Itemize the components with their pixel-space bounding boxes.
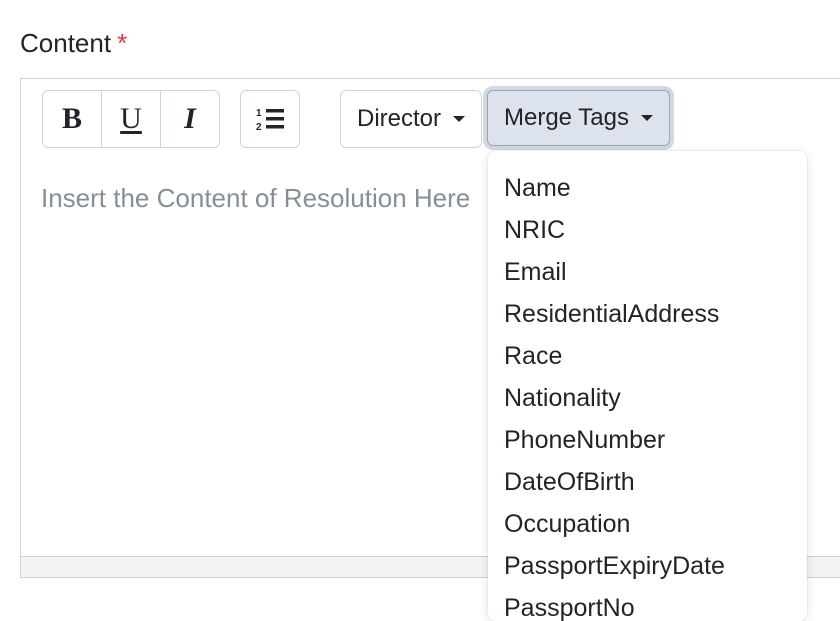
- format-button-group: B U I: [42, 90, 220, 148]
- merge-tag-item-email[interactable]: Email: [488, 251, 807, 293]
- editor-placeholder: Insert the Content of Resolution Here: [41, 183, 471, 213]
- merge-tag-item-nric[interactable]: NRIC: [488, 209, 807, 251]
- merge-tag-item-passport-no[interactable]: PassportNo: [488, 587, 807, 621]
- merge-tag-item-phone-number[interactable]: PhoneNumber: [488, 419, 807, 461]
- required-marker: *: [117, 28, 128, 58]
- merge-tag-item-date-of-birth[interactable]: DateOfBirth: [488, 461, 807, 503]
- merge-tag-item-name[interactable]: Name: [488, 167, 807, 209]
- merge-tags-dropdown-button[interactable]: Merge Tags: [487, 90, 670, 146]
- bold-button[interactable]: B: [43, 91, 101, 147]
- underline-button[interactable]: U: [101, 91, 160, 147]
- caret-down-icon: [640, 115, 653, 121]
- caret-down-icon: [453, 116, 466, 122]
- merge-tags-menu: Name NRIC Email ResidentialAddress Race …: [488, 151, 807, 621]
- director-button-group: Director: [340, 90, 483, 148]
- merge-tag-item-occupation[interactable]: Occupation: [488, 503, 807, 545]
- svg-text:1: 1: [256, 108, 262, 119]
- merge-tag-item-passport-expiry-date[interactable]: PassportExpiryDate: [488, 545, 807, 587]
- ordered-list-icon: 1 2: [256, 108, 284, 132]
- content-label-text: Content: [20, 28, 112, 58]
- content-field-label: Content *: [20, 26, 127, 60]
- svg-text:2: 2: [256, 122, 262, 132]
- merge-tag-item-residential-address[interactable]: ResidentialAddress: [488, 293, 807, 335]
- merge-tags-label: Merge Tags: [504, 104, 629, 131]
- merge-tag-item-race[interactable]: Race: [488, 335, 807, 377]
- director-dropdown-button[interactable]: Director: [341, 91, 481, 147]
- merge-tag-item-nationality[interactable]: Nationality: [488, 377, 807, 419]
- director-label: Director: [357, 105, 442, 132]
- list-button-group: 1 2: [240, 90, 300, 148]
- ordered-list-button[interactable]: 1 2: [241, 91, 299, 147]
- italic-button[interactable]: I: [160, 91, 219, 147]
